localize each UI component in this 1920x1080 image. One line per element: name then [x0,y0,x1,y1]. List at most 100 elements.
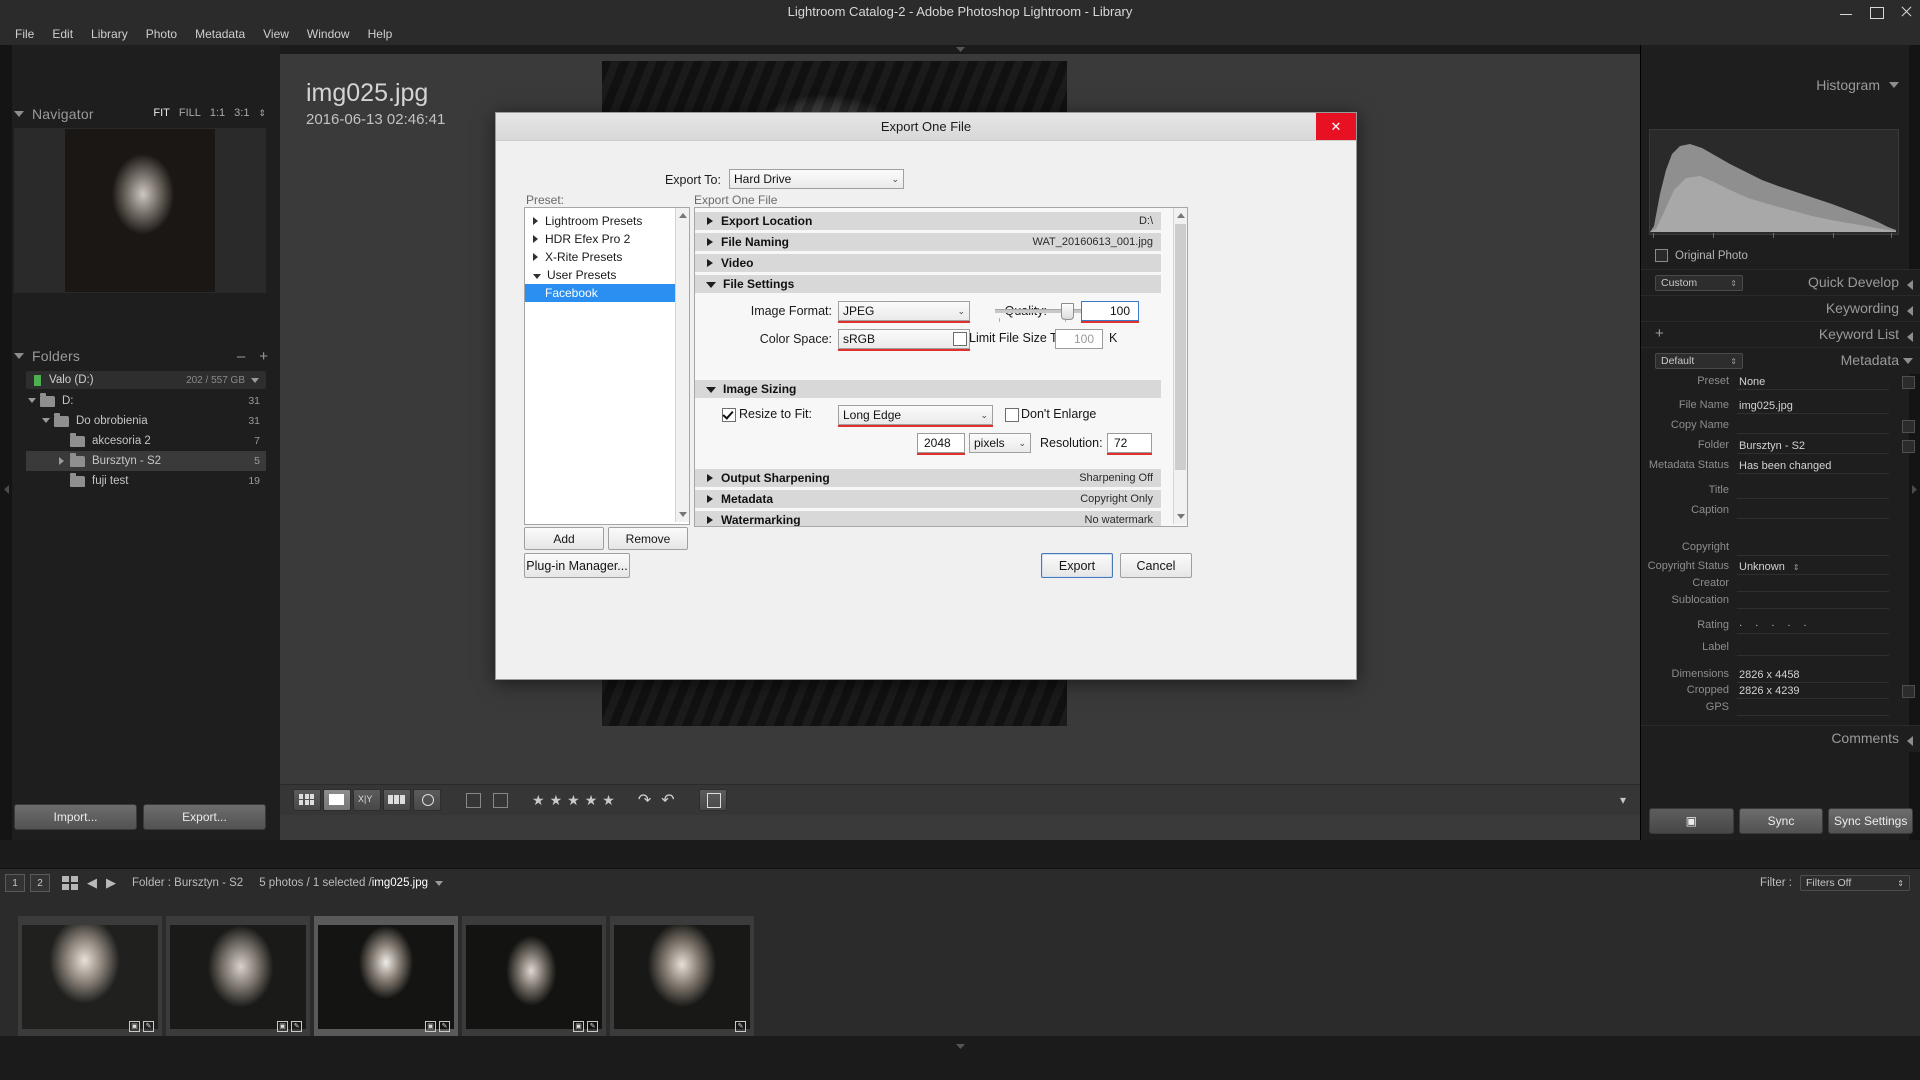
keywording-section[interactable]: Keywording [1641,295,1920,322]
filmstrip-thumbnail-selected[interactable]: ▣ ✎ [314,915,458,1039]
star-icon[interactable]: ★ [602,792,615,809]
scroll-up-icon[interactable] [679,213,687,218]
filmstrip-thumbnail[interactable]: ▣ ✎ [462,915,606,1039]
folders-header[interactable]: Folders – + [0,345,280,369]
menu-metadata[interactable]: Metadata [186,25,254,44]
twisty-right-icon[interactable] [533,235,538,243]
metadata-row[interactable]: Copyright Status Unknown ⇕ [1641,560,1920,575]
crop-badge-icon[interactable]: ▣ [425,1020,436,1032]
rating-stars[interactable]: ★ ★ ★ ★ ★ [532,792,615,809]
grid-view-icon[interactable] [62,876,78,890]
metadata-row[interactable]: Caption [1641,504,1920,519]
add-preset-button[interactable]: Add [524,527,604,550]
filter-select[interactable]: Filters Off ⇕ [1800,875,1910,891]
metadata-row[interactable]: Copy Name [1641,419,1920,434]
export-to-select[interactable]: Hard Drive ⌄ [729,169,904,189]
preset-list[interactable]: Lightroom Presets HDR Efex Pro 2 X-Rite … [524,207,690,525]
quick-develop-preset-select[interactable]: Custom ⇕ [1655,275,1743,291]
nav-mode-fit[interactable]: FIT [153,107,170,119]
nav-zoom-stepper-icon[interactable]: ⇕ [258,108,266,119]
remove-preset-button[interactable]: Remove [608,527,688,550]
nav-mode-fill[interactable]: FILL [179,107,201,119]
menu-help[interactable]: Help [359,25,402,44]
metadata-row[interactable]: Dimensions 2826 x 4458 [1641,668,1920,683]
edit-badge-icon[interactable]: ✎ [735,1020,746,1032]
folder-row-selected[interactable]: Bursztyn - S2 5 [26,451,266,471]
folder-row[interactable]: akcesoria 2 7 [26,431,266,451]
maximize-icon[interactable] [1868,4,1884,20]
metadata-action-icon[interactable] [1902,376,1915,389]
preset-group-row[interactable]: HDR Efex Pro 2 [525,230,689,248]
keyword-list-section[interactable]: + Keyword List [1641,321,1920,348]
limit-file-size-checkbox[interactable] [953,332,967,346]
scroll-up-icon[interactable] [1177,213,1185,218]
resize-size-input[interactable]: 2048 [917,433,965,453]
metadata-section[interactable]: Default ⇕ Metadata [1641,347,1920,374]
histogram-header[interactable]: Histogram [1816,73,1899,97]
comments-section[interactable]: Comments [1641,725,1920,752]
metadata-row[interactable]: Cropped 2826 x 4239 [1641,684,1920,699]
navigator-preview[interactable] [14,128,266,293]
sync-lock-icon[interactable]: ▣ [1649,808,1734,834]
page-button-1[interactable]: 1 [5,874,25,892]
sections-scrollbar[interactable] [1173,208,1187,524]
metadata-row[interactable]: Rating · · · · · [1641,619,1920,634]
next-photo-icon[interactable]: ▶ [106,875,116,891]
star-icon[interactable]: ★ [567,792,580,809]
painter-tool-button[interactable] [698,789,727,811]
edit-badge-icon[interactable]: ✎ [587,1020,598,1032]
color-space-select[interactable]: sRGB ⌄ [838,329,970,349]
sync-button[interactable]: Sync [1738,808,1824,834]
crop-badge-icon[interactable]: ▣ [277,1020,288,1032]
chevron-down-icon[interactable] [435,880,444,886]
close-icon[interactable] [1898,4,1914,20]
filmstrip-thumbnail[interactable]: ▣ ✎ [166,915,310,1039]
checkbox-icon[interactable] [1655,249,1668,262]
edit-badge-icon[interactable]: ✎ [291,1020,302,1032]
folders-remove-button[interactable]: – [237,348,245,365]
folder-breadcrumb[interactable]: Folder : Bursztyn - S2 [132,877,243,889]
scroll-thumb[interactable] [1175,224,1186,470]
section-watermarking[interactable]: Watermarking No watermark [695,511,1161,526]
crop-badge-icon[interactable]: ▣ [573,1020,584,1032]
section-output-sharpening[interactable]: Output Sharpening Sharpening Off [695,469,1161,488]
image-format-select[interactable]: JPEG ⌄ [838,301,970,321]
edit-badge-icon[interactable]: ✎ [439,1020,450,1032]
dont-enlarge-checkbox[interactable] [1005,408,1019,422]
section-file-settings[interactable]: File Settings [695,275,1161,294]
rotate-left-icon[interactable]: ↷ [638,790,651,810]
section-file-naming[interactable]: File Naming WAT_20160613_001.jpg [695,233,1161,252]
folder-row[interactable]: Do obrobienia 31 [26,411,266,431]
left-panel-collapse-handle[interactable] [0,45,12,840]
preset-group-row[interactable]: Lightroom Presets [525,212,689,230]
menu-file[interactable]: File [6,25,43,44]
menu-edit[interactable]: Edit [43,25,82,44]
metadata-row[interactable]: Folder Bursztyn - S2 [1641,439,1920,454]
section-image-sizing[interactable]: Image Sizing [695,380,1161,399]
folder-row[interactable]: fuji test 19 [26,471,266,491]
section-metadata[interactable]: Metadata Copyright Only [695,490,1161,509]
metadata-view-select[interactable]: Default ⇕ [1655,353,1743,369]
nav-mode-1-1[interactable]: 1:1 [210,107,225,119]
metadata-action-icon[interactable] [1902,685,1915,698]
limit-file-size-input[interactable]: 100 [1055,329,1103,349]
metadata-row[interactable]: File Name img025.jpg [1641,399,1920,414]
dialog-close-icon[interactable]: ✕ [1316,113,1356,140]
resize-mode-select[interactable]: Long Edge ⌄ [838,405,993,425]
section-video[interactable]: Video [695,254,1161,273]
twisty-down-icon[interactable] [533,273,541,279]
metadata-row[interactable]: Copyright [1641,541,1920,556]
chevron-down-icon[interactable] [251,377,259,383]
star-icon[interactable]: ★ [585,792,598,809]
rotate-right-icon[interactable]: ↶ [661,790,674,810]
quality-input[interactable]: 100 [1081,301,1139,321]
metadata-row[interactable]: Sublocation [1641,594,1920,609]
plugin-manager-button[interactable]: Plug-in Manager... [524,553,630,578]
metadata-rating-value[interactable]: · · · · · [1737,619,1889,634]
flag-icon[interactable] [466,792,481,808]
twisty-down-icon[interactable] [40,416,51,427]
previous-photo-icon[interactable]: ◀ [87,875,97,891]
preset-item-selected[interactable]: Facebook [525,284,689,302]
reject-flag-icon[interactable] [493,792,508,808]
edit-badge-icon[interactable]: ✎ [143,1020,154,1032]
